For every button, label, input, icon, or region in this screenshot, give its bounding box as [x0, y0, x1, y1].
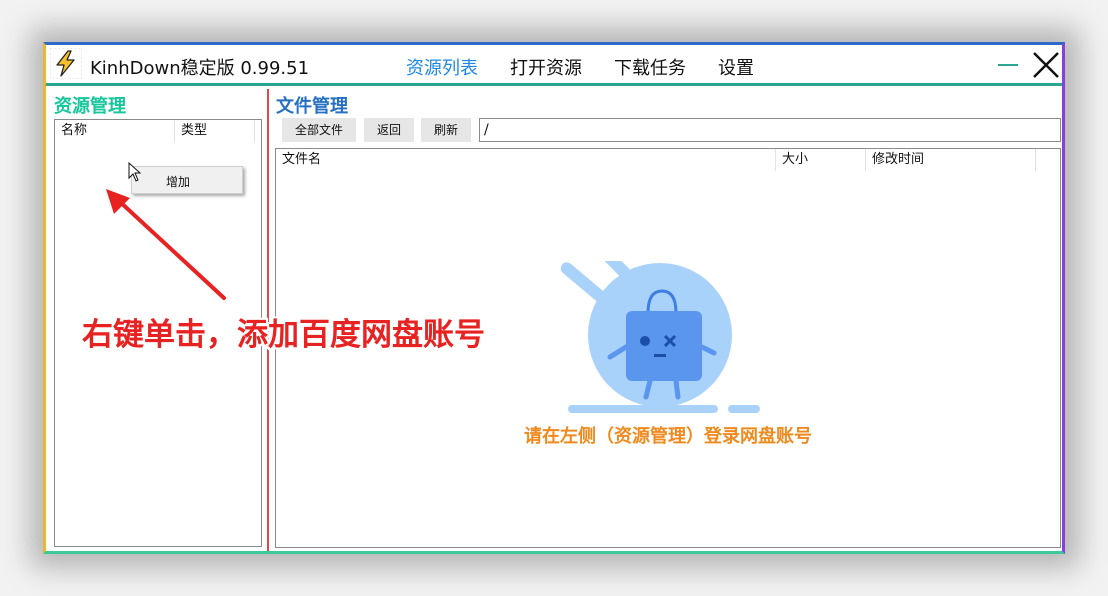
file-panel-title: 文件管理 [276, 96, 348, 117]
menu-open-resource[interactable]: 打开资源 [510, 54, 582, 80]
annotation-text: 右键单击，添加百度网盘账号 [82, 317, 485, 353]
all-files-button[interactable]: 全部文件 [282, 118, 356, 142]
title-bar: KinhDown稳定版 0.99.51 资源列表 打开资源 下载任务 设置 [46, 45, 1062, 83]
menu-download-tasks[interactable]: 下载任务 [614, 54, 686, 80]
minimize-icon[interactable] [998, 64, 1018, 66]
refresh-button[interactable]: 刷新 [421, 118, 471, 142]
menu-resource-list[interactable]: 资源列表 [406, 54, 478, 80]
path-input[interactable]: / [479, 118, 1061, 142]
column-modified-header[interactable]: 修改时间 [866, 149, 1036, 171]
app-title: KinhDown稳定版 0.99.51 [90, 58, 310, 79]
column-name-header[interactable]: 名称 [55, 120, 175, 142]
resource-panel-title: 资源管理 [54, 96, 126, 117]
annotation-arrow [106, 189, 226, 300]
menu-settings[interactable]: 设置 [718, 54, 754, 80]
column-size-header[interactable]: 大小 [776, 149, 866, 171]
empty-state-message: 请在左侧（资源管理）登录网盘账号 [524, 426, 812, 447]
empty-bag-icon [560, 261, 760, 413]
back-button[interactable]: 返回 [364, 118, 414, 142]
column-filename-header[interactable]: 文件名 [276, 149, 776, 171]
column-type-header[interactable]: 类型 [175, 120, 255, 142]
lightning-icon [50, 48, 82, 79]
title-divider [46, 83, 1062, 86]
close-icon[interactable] [1032, 51, 1060, 79]
mouse-pointer-icon [128, 162, 142, 182]
